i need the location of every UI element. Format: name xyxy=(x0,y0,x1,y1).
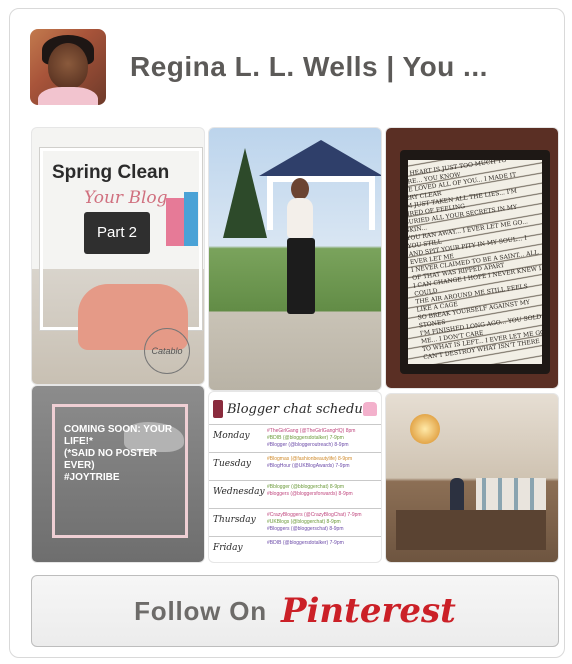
pin-framed-lyrics[interactable]: MY HEART IS JUST TOO MUCH TO CARE... YOU… xyxy=(385,127,559,389)
pin-title-line2: Your Blog xyxy=(84,188,168,208)
schedule-line: #Bblogger (@bbloggerchat) 8-9pm xyxy=(267,484,345,490)
schedule-row: Friday #BDIB (@bloggersdotalker) 7-9pm xyxy=(209,536,381,562)
binder-blue xyxy=(184,192,198,246)
store-counter xyxy=(396,510,546,550)
lyrics-paper: MY HEART IS JUST TOO MUCH TO CARE... YOU… xyxy=(408,160,542,364)
pinterest-profile-widget: Regina L. L. Wells | You ... Spring Clea… xyxy=(9,8,565,658)
schedule-lines: #CrazyBloggers (@CrazyBlogChat) 7-9pm #U… xyxy=(267,512,362,533)
person-sweater xyxy=(287,198,313,238)
pinterest-logo: Pinterest xyxy=(280,591,456,631)
cupcake-icon xyxy=(363,402,377,416)
follow-on-pinterest-button[interactable]: Follow On Pinterest xyxy=(31,575,559,647)
pin-blogger-chat-schedule[interactable]: Blogger chat schedule Monday #TheGirlGan… xyxy=(208,391,382,563)
binder-pink xyxy=(166,198,184,246)
lyrics-text: MY HEART IS JUST TOO MUCH TO CARE... YOU… xyxy=(408,160,542,362)
schedule-line: #Bloggers (@bloggerschat) 8-9pm xyxy=(267,526,344,532)
schedule-row: Wednesday #Bblogger (@bbloggerchat) 8-9p… xyxy=(209,480,381,509)
pin-logo: Catablo xyxy=(144,328,190,374)
schedule-lines: #TheGirlGang (@TheGirlGangHQ) 8pm #BDIB … xyxy=(267,428,355,449)
schedule-day: Wednesday xyxy=(213,487,265,497)
pin-text-line4: EVER) xyxy=(64,460,95,471)
pin-boutique-store[interactable] xyxy=(385,393,559,563)
coffee-cup-icon xyxy=(213,400,223,418)
pin-text-line5: #JOYTRIBE xyxy=(64,472,120,483)
schedule-day: Tuesday xyxy=(213,459,251,469)
laptop-icon: Part 2 xyxy=(84,212,150,254)
schedule-line: #BlogHour (@UKBlogAwards) 7-9pm xyxy=(267,463,350,469)
laptop-text: Part 2 xyxy=(96,224,138,241)
schedule-line: #Blogmas (@fashionbeautylife) 8-9pm xyxy=(267,456,353,462)
schedule-lines: #Bblogger (@bbloggerchat) 8-9pm #blogger… xyxy=(267,484,353,498)
profile-name[interactable]: Regina L. L. Wells | You ... xyxy=(130,51,560,83)
schedule-line: #BDIB (@bloggersdotalker) 7-9pm xyxy=(267,540,344,546)
gazebo-roof xyxy=(259,140,381,176)
schedule-title: Blogger chat schedule xyxy=(227,402,375,417)
follow-label: Follow On xyxy=(134,595,267,626)
pin-coming-soon[interactable]: COMING SOON: YOUR LIFE!* (*SAID NO POSTE… xyxy=(31,385,205,563)
avatar-face xyxy=(48,43,88,89)
schedule-lines: #BDIB (@bloggersdotalker) 7-9pm xyxy=(267,540,344,547)
schedule-day: Monday xyxy=(213,431,250,441)
schedule-day: Thursday xyxy=(213,515,256,525)
pin-text: COMING SOON: YOUR LIFE!* (*SAID NO POSTE… xyxy=(64,424,180,484)
gazebo-body xyxy=(267,176,375,230)
profile-avatar[interactable] xyxy=(30,29,106,105)
avatar-shirt xyxy=(38,87,98,105)
schedule-line: #TheGirlGang (@TheGirlGangHQ) 8pm xyxy=(267,428,356,434)
schedule-row: Tuesday #Blogmas (@fashionbeautylife) 8-… xyxy=(209,452,381,481)
person-head xyxy=(291,178,309,200)
pin-text-line1: COMING SOON: YOUR xyxy=(64,424,173,435)
schedule-line: #Blogger (@bloggeroutreach) 8-9pm xyxy=(267,442,349,448)
schedule-day: Friday xyxy=(213,543,243,553)
pin-text-line3: (*SAID NO POSTER xyxy=(64,448,157,459)
schedule-lines: #Blogmas (@fashionbeautylife) 8-9pm #Blo… xyxy=(267,456,352,470)
pin-text-line2: LIFE!* xyxy=(64,436,93,447)
schedule-header: Blogger chat schedule xyxy=(209,400,381,422)
pendant-lamp xyxy=(410,414,440,444)
person-pants xyxy=(287,238,315,314)
schedule-line: #CrazyBloggers (@CrazyBlogChat) 7-9pm xyxy=(267,512,362,518)
pin-spring-clean[interactable]: Spring Clean Your Blog Part 2 Catablo xyxy=(31,127,205,385)
schedule-line: #UKBlogs (@bloggerchat) 8-9pm xyxy=(267,519,341,525)
schedule-row: Thursday #CrazyBloggers (@CrazyBlogChat)… xyxy=(209,508,381,537)
pin-gazebo-outfit[interactable] xyxy=(208,127,382,391)
pin-title-line1: Spring Clean xyxy=(52,162,170,183)
schedule-line: #BDIB (@bloggersdotalker) 7-9pm xyxy=(267,435,344,441)
schedule-row: Monday #TheGirlGang (@TheGirlGangHQ) 8pm… xyxy=(209,424,381,453)
schedule-line: #bloggers (@bloggersforwards) 8-9pm xyxy=(267,491,353,497)
